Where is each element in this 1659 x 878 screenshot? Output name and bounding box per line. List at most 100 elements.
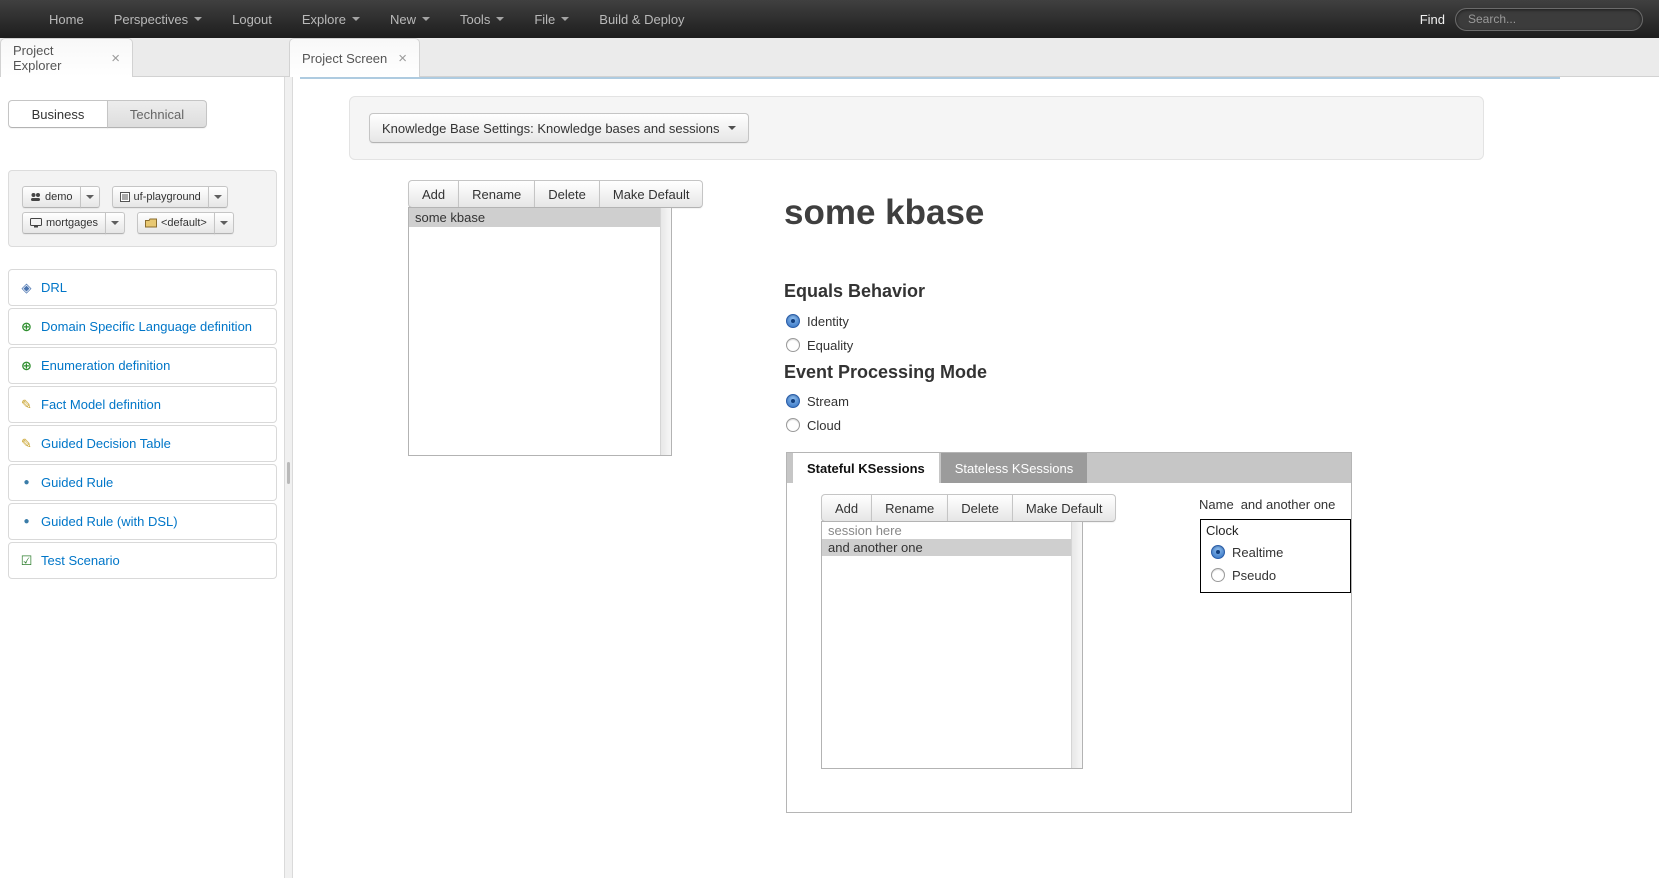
radio-equality[interactable]: Equality: [786, 336, 853, 354]
tab-stateful-ksessions[interactable]: Stateful KSessions: [793, 453, 939, 483]
asset-list: DRL Domain Specific Language definition …: [8, 269, 277, 581]
search-input[interactable]: [1455, 8, 1643, 31]
menu-home[interactable]: Home: [34, 0, 99, 38]
close-icon[interactable]: ×: [103, 51, 120, 66]
repository-selector-group: uf-playground: [112, 186, 228, 208]
business-view-button[interactable]: Business: [8, 100, 108, 128]
chevron-down-icon: [728, 126, 736, 130]
ksession-add-button[interactable]: Add: [821, 494, 872, 522]
asset-label: DRL: [41, 280, 67, 295]
kbase-title: some kbase: [784, 193, 984, 233]
tab-strip: Project Explorer × Project Screen ×: [0, 38, 1659, 77]
repository-selector-label: uf-playground: [134, 191, 201, 203]
close-icon[interactable]: ×: [390, 51, 407, 66]
kbase-settings-dropdown[interactable]: Knowledge Base Settings: Knowledge bases…: [369, 113, 749, 143]
project-selector-label: mortgages: [46, 217, 98, 229]
organization-caret-button[interactable]: [80, 186, 100, 208]
menu-logout[interactable]: Logout: [217, 0, 287, 38]
tab-project-screen-label: Project Screen: [302, 51, 387, 66]
ksession-list-scrollbar[interactable]: [1071, 522, 1082, 768]
menu-new[interactable]: New: [375, 0, 445, 38]
radio-identity[interactable]: Identity: [786, 312, 849, 330]
technical-view-button[interactable]: Technical: [107, 100, 207, 128]
repository-icon: [120, 192, 130, 202]
radio-equality-label: Equality: [807, 338, 853, 353]
ksessions-tab-strip: Stateful KSessions Stateless KSessions: [787, 453, 1351, 483]
panel-splitter[interactable]: [284, 77, 293, 878]
radio-button-icon: [1211, 568, 1225, 582]
organization-selector-button[interactable]: demo: [22, 186, 81, 208]
splitter-grip-icon: [287, 462, 290, 484]
asset-label: Guided Decision Table: [41, 436, 171, 451]
asset-item-enumeration-definition[interactable]: Enumeration definition: [8, 347, 277, 384]
ksession-list-item[interactable]: and another one: [822, 539, 1082, 556]
radio-stream[interactable]: Stream: [786, 392, 849, 410]
menu-perspectives-label: Perspectives: [114, 12, 188, 27]
ksession-name-label: Name: [1199, 497, 1234, 512]
asset-item-guided-decision-table[interactable]: Guided Decision Table: [8, 425, 277, 462]
tab-project-screen[interactable]: Project Screen ×: [289, 38, 420, 77]
ksessions-panel: Stateful KSessions Stateless KSessions A…: [786, 452, 1352, 813]
kbase-make-default-button[interactable]: Make Default: [599, 180, 704, 208]
asset-item-guided-rule-dsl[interactable]: Guided Rule (with DSL): [8, 503, 277, 540]
ksession-rename-button[interactable]: Rename: [871, 494, 948, 522]
project-caret-button[interactable]: [105, 212, 125, 234]
radio-stream-label: Stream: [807, 394, 849, 409]
asset-label: Domain Specific Language definition: [41, 319, 252, 334]
kbase-list-scrollbar[interactable]: [660, 208, 671, 455]
enumeration-icon: [19, 359, 34, 372]
package-selector-button[interactable]: <default>: [137, 212, 215, 234]
ksession-delete-button[interactable]: Delete: [947, 494, 1013, 522]
asset-item-drl[interactable]: DRL: [8, 269, 277, 306]
view-toggle-group: Business Technical: [8, 100, 207, 128]
asset-item-guided-rule[interactable]: Guided Rule: [8, 464, 277, 501]
project-icon: [30, 218, 42, 228]
chevron-down-icon: [496, 17, 504, 21]
menu-explore-label: Explore: [302, 12, 346, 27]
kbase-list-item[interactable]: some kbase: [409, 208, 671, 227]
kbase-add-button[interactable]: Add: [408, 180, 459, 208]
pencil-icon: [19, 398, 34, 411]
ksession-name-value: and another one: [1241, 497, 1336, 512]
settings-panel: Knowledge Base Settings: Knowledge bases…: [349, 96, 1484, 160]
radio-pseudo[interactable]: Pseudo: [1211, 566, 1350, 584]
project-screen-panel: Knowledge Base Settings: Knowledge bases…: [293, 77, 1659, 878]
clock-legend: Clock: [1206, 523, 1350, 538]
radio-realtime[interactable]: Realtime: [1211, 543, 1350, 561]
asset-item-test-scenario[interactable]: Test Scenario: [8, 542, 277, 579]
test-scenario-icon: [19, 554, 34, 567]
repository-selector-button[interactable]: uf-playground: [112, 186, 209, 208]
menu-build-deploy[interactable]: Build & Deploy: [584, 0, 699, 38]
project-selector-group: mortgages: [22, 212, 125, 234]
tab-stateless-ksessions[interactable]: Stateless KSessions: [941, 453, 1088, 483]
chevron-down-icon: [220, 221, 228, 225]
ksession-name-row: Name and another one: [1199, 497, 1335, 512]
ksession-list-item[interactable]: session here: [822, 522, 1082, 539]
kbase-rename-button[interactable]: Rename: [458, 180, 535, 208]
ksession-make-default-button[interactable]: Make Default: [1012, 494, 1117, 522]
package-caret-button[interactable]: [214, 212, 234, 234]
menu-perspectives[interactable]: Perspectives: [99, 0, 217, 38]
organization-selector-label: demo: [45, 191, 73, 203]
project-selector-button[interactable]: mortgages: [22, 212, 106, 234]
tab-project-explorer[interactable]: Project Explorer ×: [0, 38, 133, 77]
rule-icon: [19, 478, 34, 488]
menu-file[interactable]: File: [519, 0, 584, 38]
equals-behavior-heading: Equals Behavior: [784, 281, 925, 302]
chevron-down-icon: [561, 17, 569, 21]
asset-label: Enumeration definition: [41, 358, 170, 373]
rule-icon: [19, 517, 34, 527]
package-selector-label: <default>: [161, 217, 207, 229]
menu-explore[interactable]: Explore: [287, 0, 375, 38]
project-explorer-panel: Business Technical demo: [0, 77, 284, 878]
repository-caret-button[interactable]: [208, 186, 228, 208]
menu-new-label: New: [390, 12, 416, 27]
kbase-delete-button[interactable]: Delete: [534, 180, 600, 208]
asset-item-dsl-definition[interactable]: Domain Specific Language definition: [8, 308, 277, 345]
asset-item-fact-model-definition[interactable]: Fact Model definition: [8, 386, 277, 423]
menu-tools[interactable]: Tools: [445, 0, 519, 38]
radio-realtime-label: Realtime: [1232, 545, 1283, 560]
chevron-down-icon: [86, 195, 94, 199]
kbase-toolbar: Add Rename Delete Make Default: [408, 180, 703, 208]
radio-cloud[interactable]: Cloud: [786, 416, 841, 434]
